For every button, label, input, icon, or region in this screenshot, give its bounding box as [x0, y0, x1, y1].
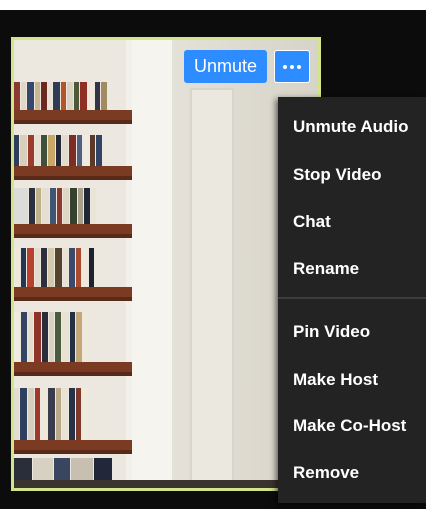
bookshelf-recess	[14, 40, 134, 488]
menu-item-chat[interactable]: Chat	[293, 207, 331, 237]
menu-item-unmute-audio[interactable]: Unmute Audio	[293, 112, 409, 142]
more-options-button[interactable]	[274, 50, 310, 83]
tile-gutter	[0, 491, 278, 509]
participant-context-menu: Unmute Audio Stop Video Chat Rename Pin …	[278, 97, 426, 503]
floor	[14, 480, 318, 488]
background-door	[190, 88, 234, 488]
menu-item-remove[interactable]: Remove	[293, 458, 359, 488]
unmute-button[interactable]: Unmute	[184, 50, 267, 83]
menu-item-stop-video[interactable]: Stop Video	[293, 160, 381, 190]
menu-item-make-co-host[interactable]: Make Co-Host	[293, 411, 406, 441]
more-horizontal-icon	[283, 64, 301, 69]
menu-item-pin-video[interactable]: Pin Video	[293, 317, 370, 347]
menu-item-make-host[interactable]: Make Host	[293, 365, 378, 395]
menu-item-rename[interactable]: Rename	[293, 254, 359, 284]
menu-separator	[278, 297, 426, 299]
participant-video-tile[interactable]	[11, 37, 321, 491]
wall-pillar	[132, 40, 172, 488]
